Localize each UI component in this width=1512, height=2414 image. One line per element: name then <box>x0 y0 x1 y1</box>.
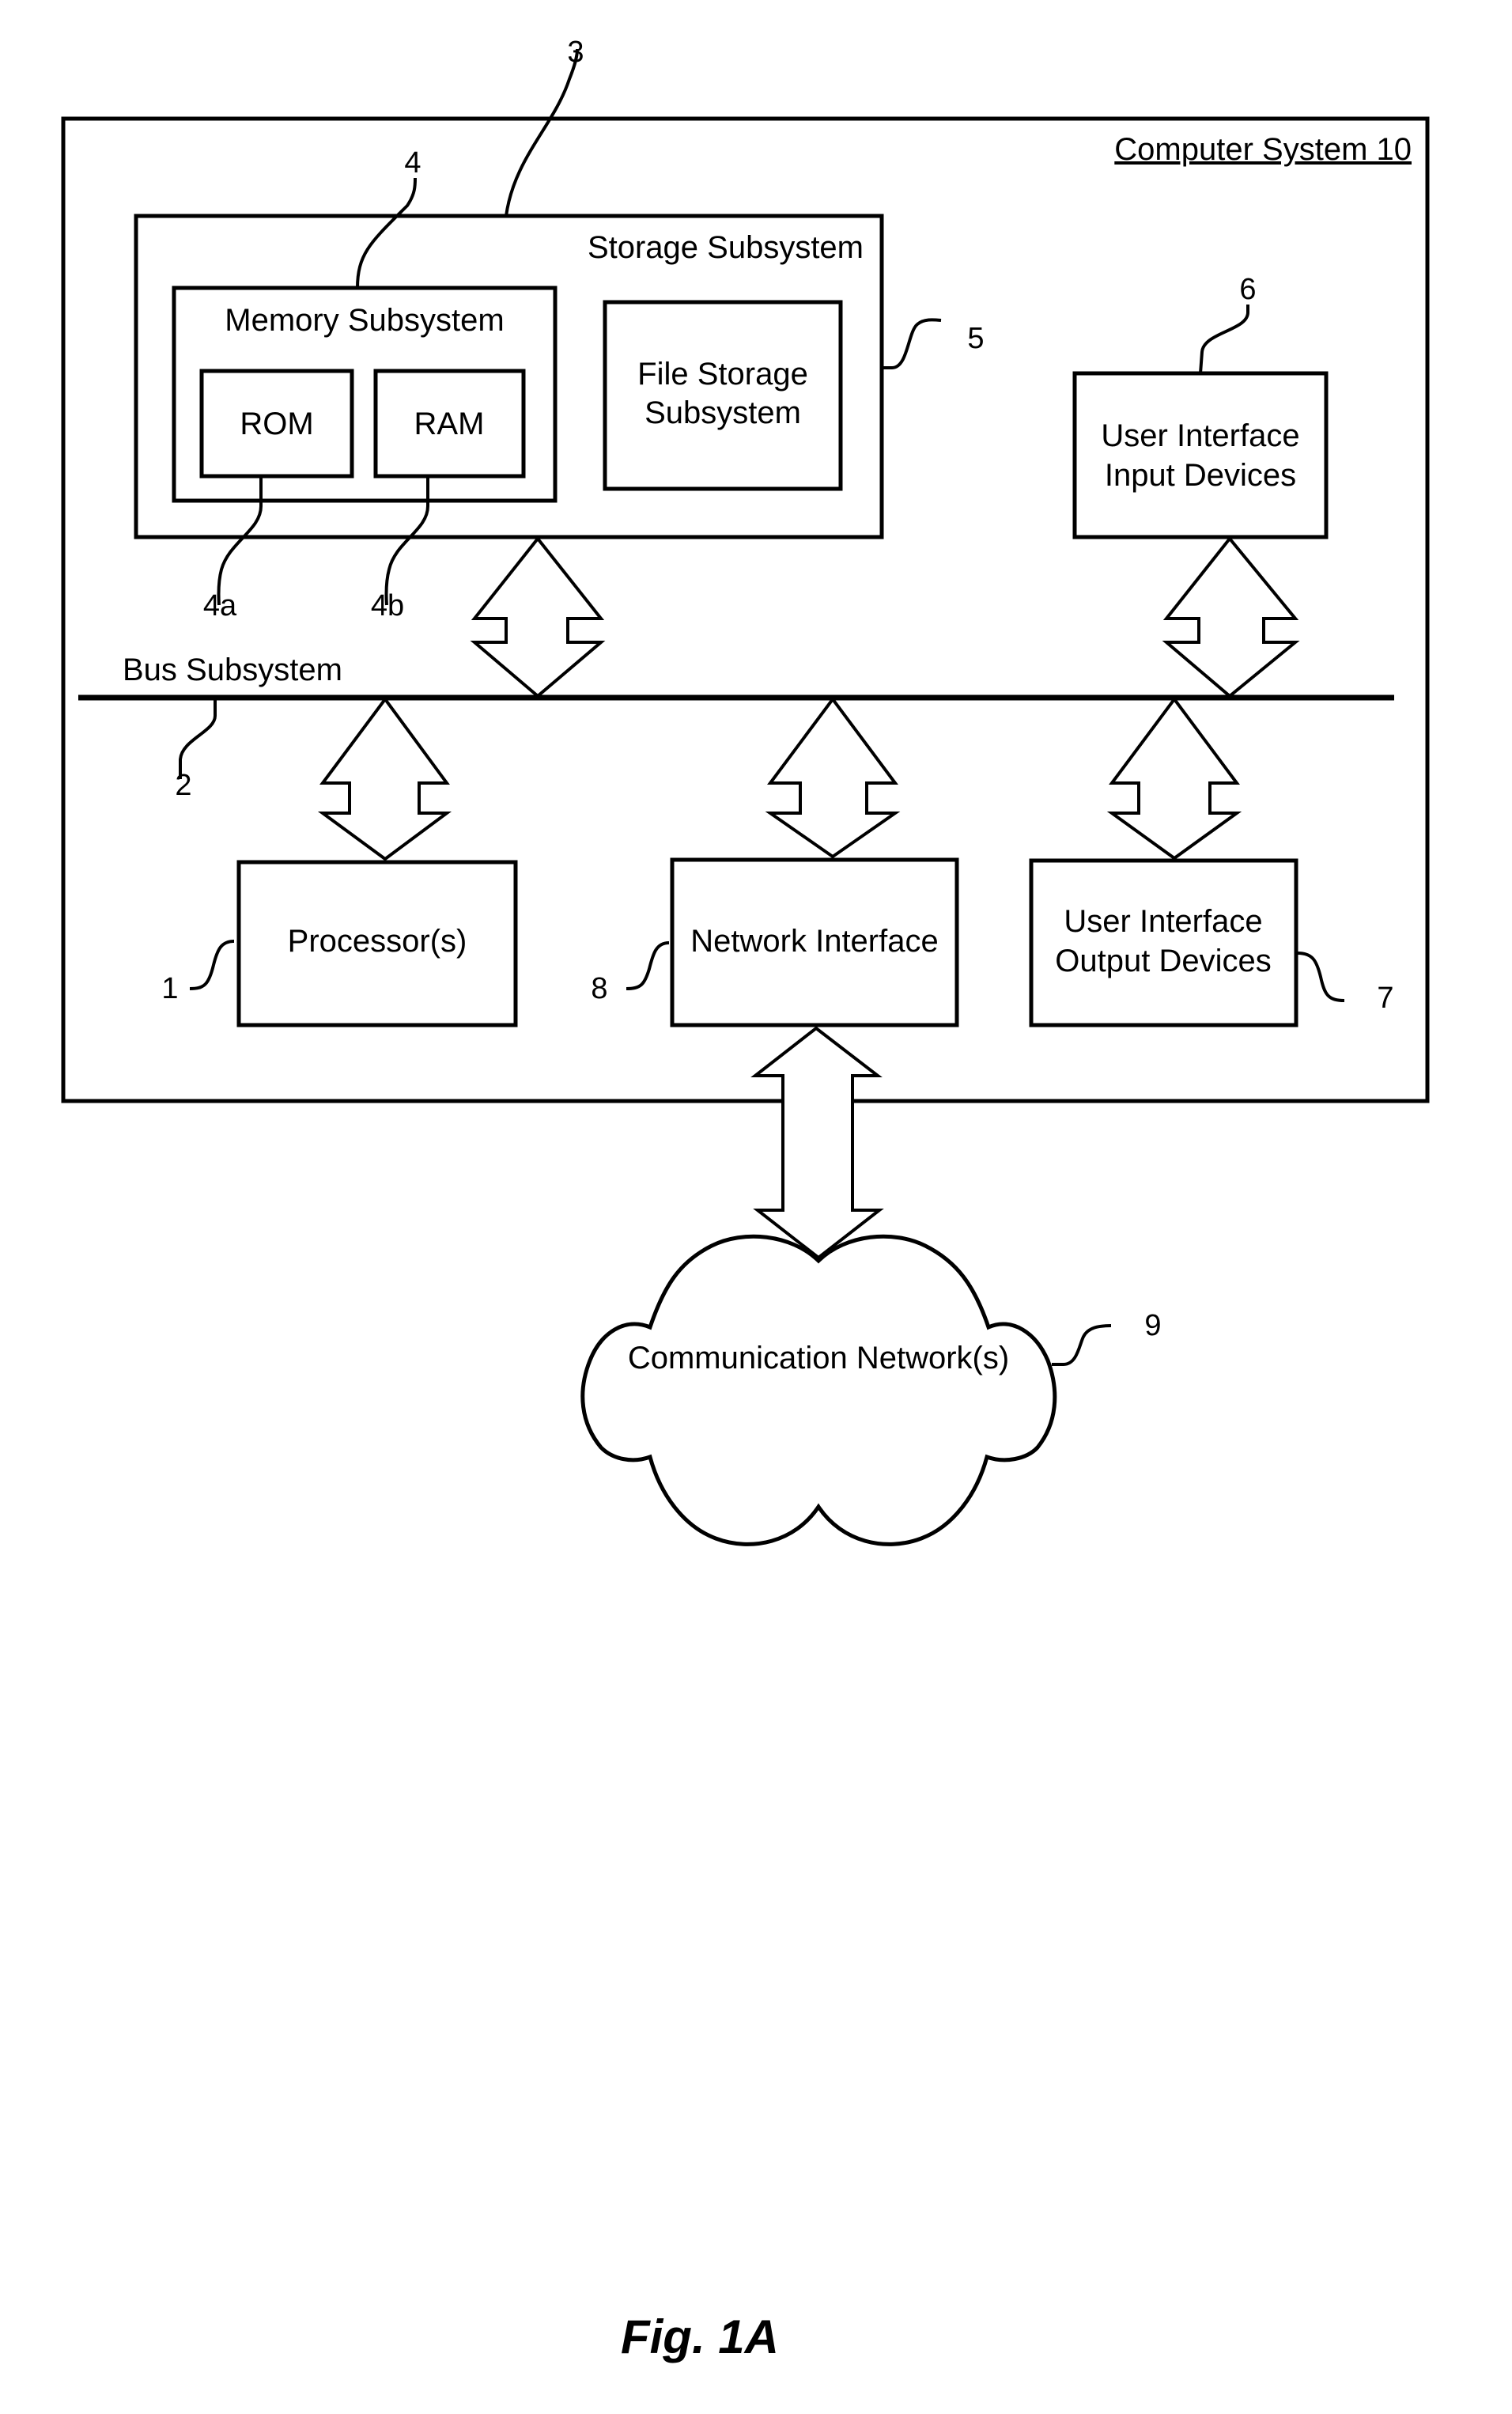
ref-number-4a: 4a <box>203 589 237 622</box>
ref-number-8: 8 <box>591 972 607 1005</box>
network-cloud-arrow <box>750 1026 884 1260</box>
ui-output-label-line2: Output Devices <box>1055 944 1271 978</box>
ram-label: RAM <box>414 407 485 441</box>
ui-output-label-line1: User Interface <box>1064 904 1262 939</box>
ui-input-label-line1: User Interface <box>1101 418 1299 453</box>
communication-network-cloud <box>580 1234 1057 1546</box>
rom-label: ROM <box>240 407 313 441</box>
ui-input-devices-box <box>1072 371 1329 539</box>
ref-number-2: 2 <box>175 769 191 802</box>
ref-number-1: 1 <box>161 972 178 1005</box>
ui-output-devices-box <box>1029 858 1298 1027</box>
computer-system-diagram: Computer System 10 Storage Subsystem 3 M… <box>61 36 1430 2363</box>
ui-input-label-line2: Input Devices <box>1105 458 1296 493</box>
network-interface-label: Network Interface <box>690 924 938 959</box>
communication-network-label: Communication Network(s) <box>628 1341 1009 1375</box>
memory-subsystem-label: Memory Subsystem <box>225 303 504 338</box>
ref-number-6: 6 <box>1239 273 1256 306</box>
ref-number-5: 5 <box>967 322 984 355</box>
file-storage-label-line1: File Storage <box>637 357 808 392</box>
ref-number-7: 7 <box>1377 982 1393 1015</box>
storage-subsystem-label: Storage Subsystem <box>588 230 864 265</box>
processor-label: Processor(s) <box>288 924 467 959</box>
ref-number-4: 4 <box>404 146 421 180</box>
ref-number-3: 3 <box>567 36 584 69</box>
computer-system-title: Computer System 10 <box>1114 132 1412 167</box>
figure-caption: Fig. 1A <box>621 2310 779 2363</box>
bus-subsystem-label: Bus Subsystem <box>123 653 342 687</box>
ref-leader-9 <box>1052 1324 1112 1366</box>
ref-number-4b: 4b <box>371 589 404 622</box>
file-storage-label-line2: Subsystem <box>644 395 801 430</box>
ref-number-9: 9 <box>1144 1309 1161 1342</box>
